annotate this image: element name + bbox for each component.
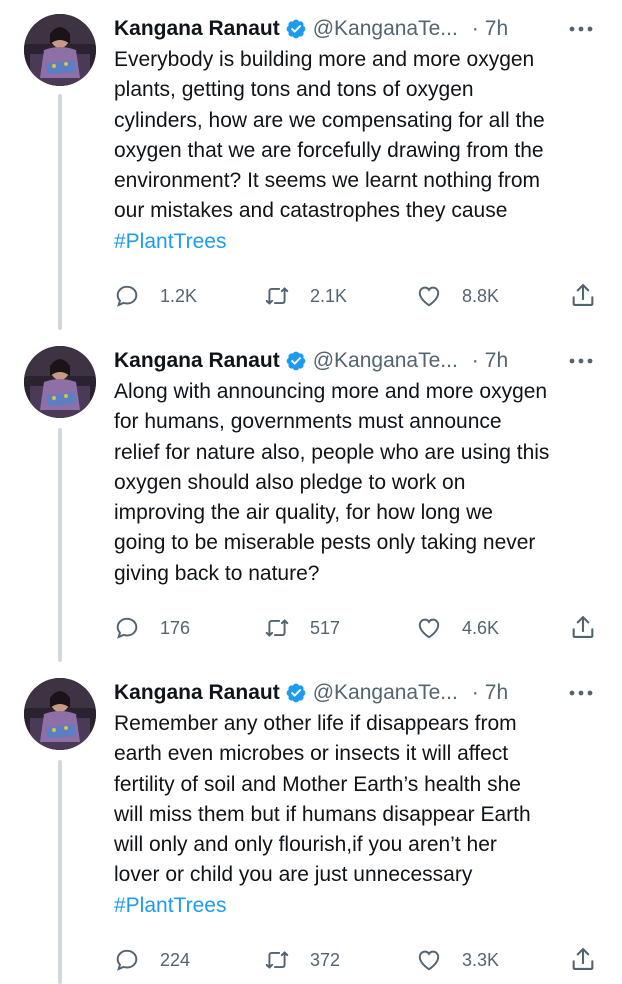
share-icon [572, 948, 594, 970]
retweet-icon [265, 951, 289, 969]
tweet[interactable]: Kangana Ranaut @KanganaTe... · 7h Along … [0, 346, 622, 656]
retweet-button[interactable]: 2.1K [264, 281, 347, 311]
share-button[interactable] [569, 945, 597, 978]
tweet-actions: 1.2K 2.1K 8.8K [114, 281, 614, 311]
verified-badge-icon [285, 682, 307, 704]
author-handle[interactable]: @KanganaTe... [313, 681, 458, 705]
timestamp[interactable]: 7h [485, 349, 508, 373]
reply-button[interactable]: 176 [114, 613, 190, 643]
separator-dot: · [471, 17, 479, 40]
reply-icon [116, 617, 138, 639]
more-icon[interactable] [568, 682, 594, 704]
like-count: 8.8K [462, 285, 500, 306]
tweet-text: Everybody is building more and more oxyg… [114, 45, 610, 257]
tweet-actions: 176 517 4.6K [114, 613, 614, 643]
like-count: 4.6K [462, 617, 500, 638]
hashtag-link[interactable]: #PlantTrees [114, 891, 610, 921]
tweet-text: Along with announcing more and more oxyg… [114, 377, 610, 589]
like-button[interactable]: 8.8K [416, 281, 499, 311]
heart-icon [418, 286, 440, 307]
retweet-button[interactable]: 517 [264, 613, 340, 643]
retweet-button[interactable]: 372 [264, 945, 340, 975]
reply-icon [116, 949, 138, 971]
like-count: 3.3K [462, 949, 500, 970]
author-name[interactable]: Kangana Ranaut [114, 349, 280, 373]
avatar[interactable] [24, 14, 96, 86]
reply-count: 1.2K [160, 285, 198, 306]
heart-icon [418, 950, 440, 971]
reply-button[interactable]: 1.2K [114, 281, 197, 311]
heart-icon [418, 618, 440, 639]
reply-count: 224 [160, 949, 191, 970]
verified-badge-icon [285, 350, 307, 372]
tweet-actions: 224 372 3.3K [114, 945, 614, 975]
tweet-header: Kangana Ranaut @KanganaTe... · 7h [114, 346, 602, 376]
timestamp[interactable]: 7h [485, 681, 508, 705]
hashtag-link[interactable]: #PlantTrees [114, 227, 610, 257]
reply-count: 176 [160, 617, 191, 638]
share-icon [572, 616, 594, 638]
retweet-icon [265, 287, 289, 305]
author-handle[interactable]: @KanganaTe... [313, 349, 458, 373]
tweet-body: Remember any other life if disappears fr… [114, 712, 531, 887]
author-name[interactable]: Kangana Ranaut [114, 681, 280, 705]
reply-button[interactable]: 224 [114, 945, 190, 975]
tweet-header: Kangana Ranaut @KanganaTe... · 7h [114, 14, 602, 44]
more-icon[interactable] [568, 350, 594, 372]
tweet[interactable]: Kangana Ranaut @KanganaTe... · 7h Everyb… [0, 14, 622, 324]
author-handle[interactable]: @KanganaTe... [313, 17, 458, 41]
more-icon[interactable] [568, 18, 594, 40]
separator-dot: · [471, 681, 479, 704]
retweet-count: 372 [310, 949, 341, 970]
share-icon [572, 284, 594, 306]
tweet[interactable]: Kangana Ranaut @KanganaTe... · 7h Rememb… [0, 678, 622, 984]
like-button[interactable]: 3.3K [416, 945, 499, 975]
share-button[interactable] [569, 281, 597, 314]
tweet-body: Along with announcing more and more oxyg… [114, 380, 550, 585]
retweet-icon [265, 619, 289, 637]
separator-dot: · [471, 349, 479, 372]
author-name[interactable]: Kangana Ranaut [114, 17, 280, 41]
tweet-body: Everybody is building more and more oxyg… [114, 48, 545, 223]
avatar[interactable] [24, 678, 96, 750]
retweet-count: 2.1K [310, 285, 348, 306]
avatar[interactable] [24, 346, 96, 418]
verified-badge-icon [285, 18, 307, 40]
tweet-header: Kangana Ranaut @KanganaTe... · 7h [114, 678, 602, 708]
tweet-text: Remember any other life if disappears fr… [114, 709, 610, 921]
retweet-count: 517 [310, 617, 341, 638]
share-button[interactable] [569, 613, 597, 646]
reply-icon [116, 285, 138, 307]
like-button[interactable]: 4.6K [416, 613, 499, 643]
timestamp[interactable]: 7h [485, 17, 508, 41]
